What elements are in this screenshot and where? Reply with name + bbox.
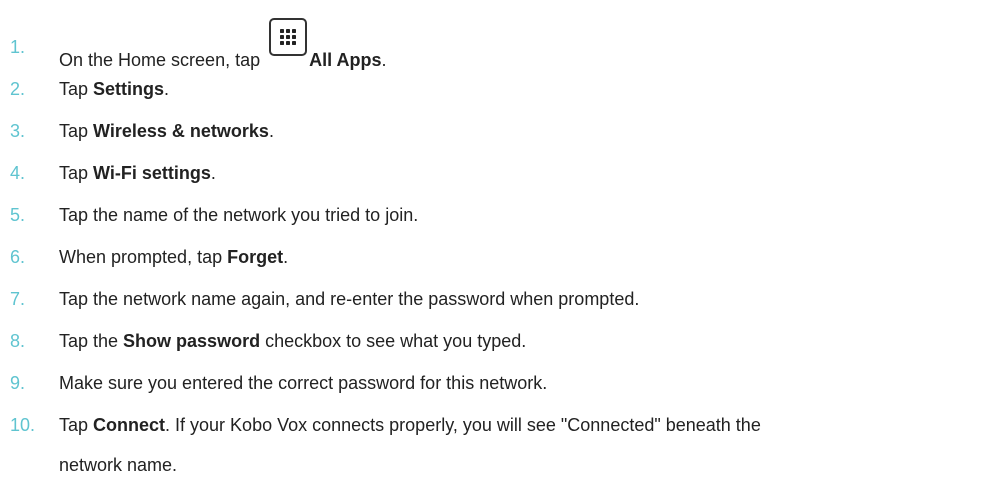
- step-number: 8.: [10, 331, 26, 351]
- step-text-after: .: [210, 163, 216, 183]
- step-10-continuation: network name.: [0, 448, 1003, 482]
- step-text-before: Tap: [59, 121, 94, 141]
- step-1: 1. On the Home screen, tap All Apps.: [0, 18, 1003, 70]
- step-4: 4. Tap Wi-Fi settings.: [0, 156, 1003, 190]
- step-5: 5. Tap the name of the network you tried…: [0, 198, 1003, 232]
- step-text-continuation: network name.: [59, 455, 178, 475]
- step-number: 5.: [10, 205, 26, 225]
- step-bold-term: Wi-Fi settings: [93, 163, 211, 183]
- step-text: Tap Settings.: [59, 72, 169, 106]
- step-text-after: checkbox to see what you typed.: [260, 331, 527, 351]
- step-text-after: .: [283, 247, 289, 267]
- step-text-before: On the Home screen, tap: [59, 50, 261, 70]
- step-3: 3. Tap Wireless & networks.: [0, 114, 1003, 148]
- step-bold-term: Settings: [93, 79, 165, 99]
- step-number: 1.: [10, 37, 26, 57]
- step-text-before: Tap the: [59, 331, 124, 351]
- step-text: Make sure you entered the correct passwo…: [59, 373, 548, 393]
- step-text-after: .: [268, 121, 274, 141]
- step-text: Tap Wireless & networks.: [59, 114, 274, 148]
- step-number: 7.: [10, 289, 26, 309]
- step-bold-term: Connect: [93, 415, 166, 435]
- step-text: When prompted, tap Forget.: [59, 240, 288, 274]
- step-number: 4.: [10, 163, 26, 183]
- step-text: Tap the name of the network you tried to…: [59, 205, 419, 225]
- step-text-after: .: [164, 79, 170, 99]
- step-text-after: .: [381, 50, 387, 70]
- step-10: 10. Tap Connect. If your Kobo Vox connec…: [0, 408, 1003, 442]
- step-number: 2.: [10, 79, 26, 99]
- all-apps-grid-icon: [269, 18, 308, 56]
- step-bold-term: All Apps: [309, 50, 382, 70]
- step-text: On the Home screen, tap All Apps.: [59, 18, 387, 77]
- step-bold-term: Wireless & networks: [93, 121, 269, 141]
- step-text: Tap the network name again, and re-enter…: [59, 289, 640, 309]
- step-bold-term: Forget: [227, 247, 284, 267]
- step-2: 2. Tap Settings.: [0, 72, 1003, 106]
- step-text: Tap Connect. If your Kobo Vox connects p…: [59, 408, 761, 442]
- step-text-after: . If your Kobo Vox connects properly, yo…: [165, 415, 761, 435]
- step-9: 9. Make sure you entered the correct pas…: [0, 366, 1003, 400]
- step-number: 6.: [10, 247, 26, 267]
- step-number: 3.: [10, 121, 26, 141]
- step-number: 9.: [10, 373, 26, 393]
- step-text-before: Tap: [59, 163, 94, 183]
- step-bold-term: Show password: [123, 331, 261, 351]
- step-text-before: Tap: [59, 79, 94, 99]
- step-text: Tap Wi-Fi settings.: [59, 156, 216, 190]
- step-6: 6. When prompted, tap Forget.: [0, 240, 1003, 274]
- step-text: Tap the Show password checkbox to see wh…: [59, 324, 526, 358]
- step-text-before: Tap: [59, 415, 94, 435]
- step-8: 8. Tap the Show password checkbox to see…: [0, 324, 1003, 358]
- step-7: 7. Tap the network name again, and re-en…: [0, 282, 1003, 316]
- step-number: 10.: [10, 415, 36, 435]
- step-text-before: When prompted, tap: [59, 247, 228, 267]
